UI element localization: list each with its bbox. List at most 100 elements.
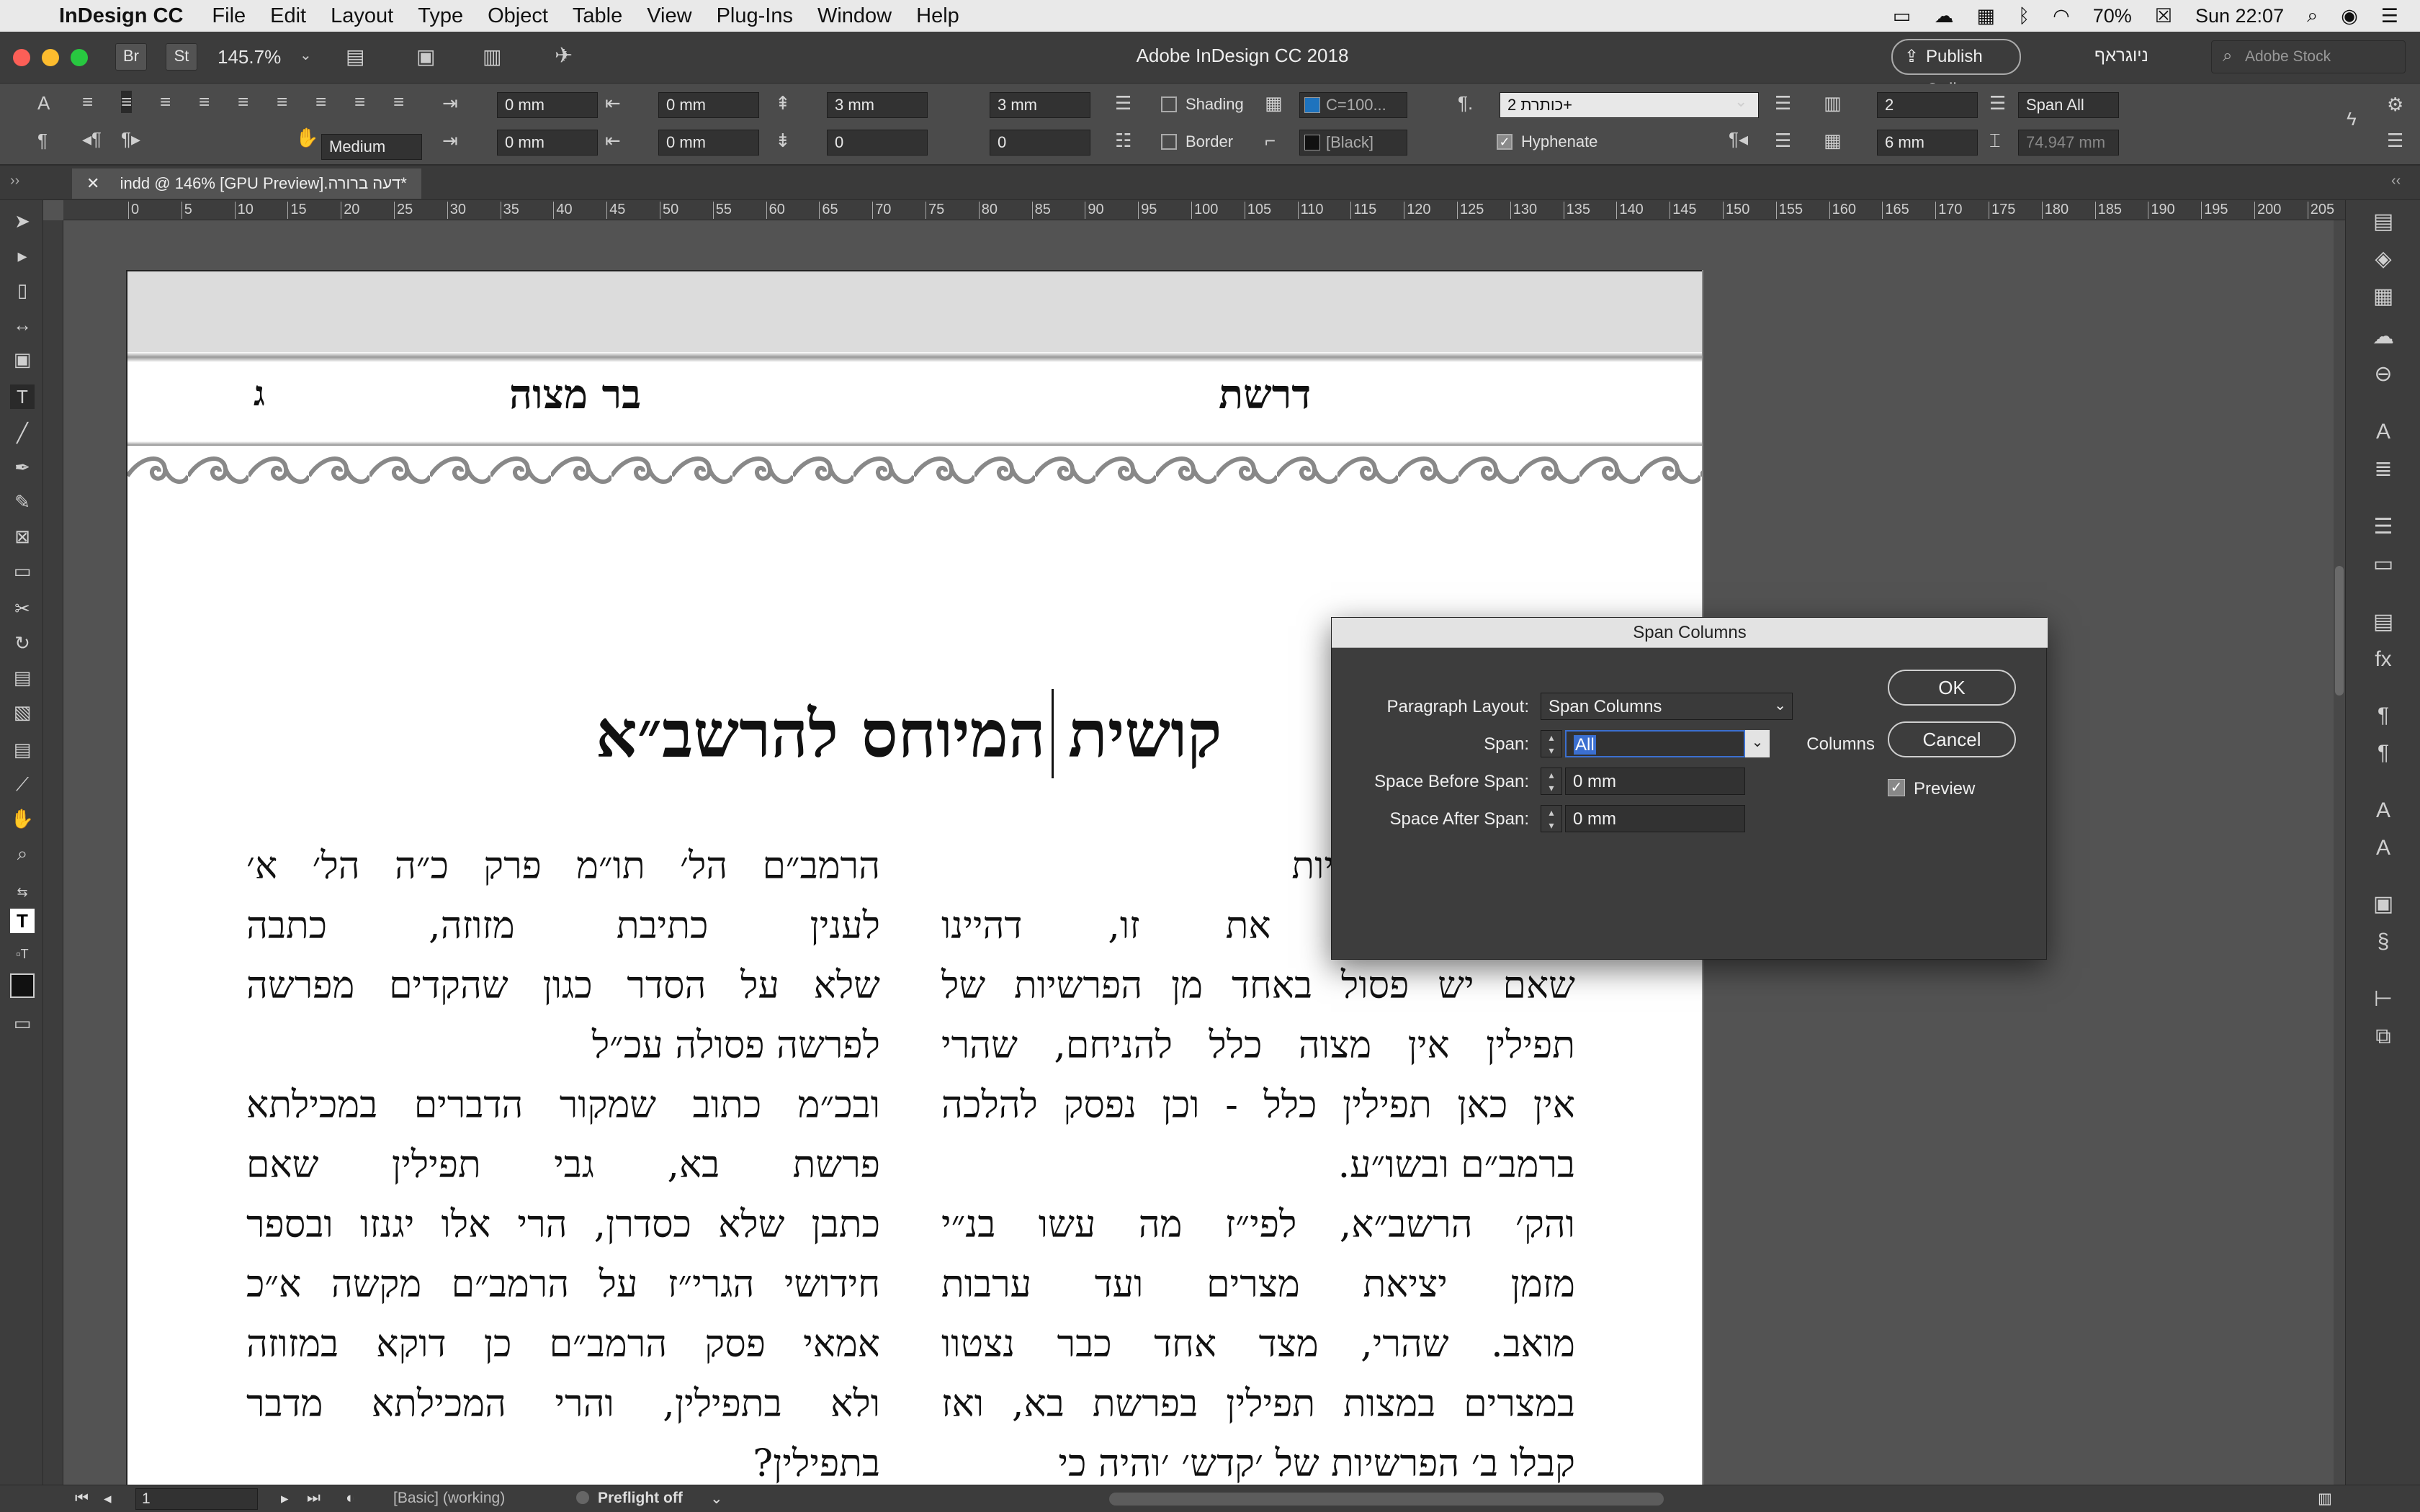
drop-cap-chars-field[interactable]: 0 [990,130,1090,156]
style-status[interactable]: [Basic] (working) [393,1490,505,1507]
effects-icon[interactable]: fx [2369,645,2398,674]
expand-toolbar-icon[interactable]: ›› [10,173,19,189]
align-icon[interactable]: ⊢ [2369,985,2398,1014]
glyphs-icon[interactable]: A [2369,418,2398,446]
type-tool-icon[interactable]: T [10,384,35,409]
space-before-field[interactable]: 3 mm [827,92,928,118]
cloud-icon[interactable]: ☁ [1934,5,1953,27]
border-color-select[interactable]: [Black] [1299,130,1407,156]
menu-window[interactable]: Window [817,4,892,28]
zoom-tool-icon[interactable]: ⌕ [10,841,35,865]
gradient-icon[interactable]: ▭ [2369,550,2398,579]
eyedropper-tool-icon[interactable]: ⟋ [10,772,35,796]
ok-button[interactable]: OK [1888,670,2016,706]
menu-type[interactable]: Type [418,4,463,28]
shading-checkbox[interactable] [1161,96,1177,112]
align-left-icon[interactable]: ≡ [82,91,93,113]
preflight-status[interactable]: Preflight off [598,1490,683,1507]
first-page-icon[interactable]: ⏮ [75,1490,89,1507]
page-tool-icon[interactable]: ▯ [10,278,35,302]
page-number-field[interactable]: 1 [135,1488,258,1510]
shading-color-select[interactable]: C=100... [1299,92,1407,118]
split-window-icon[interactable]: ▥ [2318,1490,2332,1508]
grid-icon[interactable]: ▦ [1976,5,1995,27]
gradient-feather-tool-icon[interactable]: ▧ [10,700,35,724]
space-before-span-input[interactable]: 0 mm [1565,768,1745,795]
border-settings-icon[interactable]: ⌐ [1265,130,1276,152]
last-page-icon[interactable]: ⏭ [307,1490,321,1507]
gap-tool-icon[interactable]: ↔ [10,312,35,337]
previous-page-icon[interactable]: ◂ [104,1490,112,1508]
menu-view[interactable]: View [647,4,691,28]
last-line-indent-field[interactable]: 0 mm [658,130,759,156]
menu-object[interactable]: Object [488,4,548,28]
swatches-icon[interactable]: ☰ [2369,513,2398,541]
pencil-tool-icon[interactable]: ✎ [10,490,35,514]
wifi-icon[interactable]: ◠ [2053,5,2070,27]
menu-table[interactable]: Table [573,4,622,28]
left-indent-field[interactable]: 0 mm [497,92,598,118]
battery-text[interactable]: 70% [2093,5,2132,27]
bullets-icon[interactable]: ☰ [1115,92,1131,114]
gutter-field[interactable]: 6 mm [1877,130,1978,156]
screen-mode-icon[interactable]: ▭ [10,1011,35,1035]
hyphenate-checkbox[interactable]: ✓ [1497,134,1512,150]
pathfinder-icon[interactable]: ⧉ [2369,1022,2398,1051]
script-icon[interactable]: § [2369,927,2398,956]
shading-settings-icon[interactable]: ▦ [1265,92,1283,114]
justify-center-icon[interactable]: ≡ [238,91,248,113]
quick-apply-icon[interactable]: ϟ [2347,108,2357,130]
justify-all-icon[interactable]: ≡ [315,91,326,113]
scissors-tool-icon[interactable]: ✂ [10,596,35,621]
collapse-panels-icon[interactable]: ‹‹ [2391,173,2401,189]
selection-tool-icon[interactable]: ➤ [10,209,35,233]
paragraph-icon[interactable]: ¶ [2369,701,2398,730]
links-icon[interactable]: ▦ [2369,282,2398,311]
vertical-scrollbar[interactable] [2334,220,2345,1485]
x-icon[interactable]: ☒ [2155,5,2172,27]
horizontal-scroll-thumb[interactable] [1109,1493,1664,1506]
rectangle-tool-icon[interactable]: ▭ [10,559,35,583]
hand-tool-icon[interactable]: ✋ [10,806,35,831]
publish-online-button[interactable]: ⇪ Publish Online [1891,39,2021,99]
align-away-spine-icon[interactable]: ≡ [393,91,404,113]
justify-right-icon[interactable]: ≡ [277,91,287,113]
character-icon[interactable]: A [2369,796,2398,825]
vertical-scroll-thumb[interactable] [2335,566,2344,696]
space-after-span-input[interactable]: 0 mm [1565,805,1745,832]
object-styles-icon[interactable]: ▣ [2369,890,2398,919]
gradient-tool-icon[interactable]: ▤ [10,665,35,690]
open-page-icon[interactable]: ◐ [346,1490,355,1507]
direct-selection-tool-icon[interactable]: ▸ [10,243,35,268]
vertical-ruler[interactable] [43,220,63,1490]
paragraph-styles-icon[interactable]: ¶ [2369,739,2398,768]
document-tab[interactable]: ✕ indd @ 146% [GPU Preview].דעה ברורה* [72,168,421,199]
align-right-icon[interactable]: ≡ [160,91,171,113]
character-styles-icon[interactable]: A [2369,834,2398,863]
span-mode-select[interactable]: Span All [2018,92,2119,118]
justify-left-icon[interactable]: ≡ [199,91,210,113]
horizontal-ruler[interactable]: 0 5 10 15 20 25 30 35 40 45 50 55 60 65 70 75 80 85 90 95 10… [63,200,2345,220]
settings-gear-icon[interactable]: ⚙ [2387,94,2403,116]
paragraph-mode-icon[interactable]: ¶ [37,130,48,152]
content-collector-icon[interactable]: ▣ [10,347,35,372]
default-colors-icon[interactable]: ⇆ [10,880,35,904]
cancel-button[interactable]: Cancel [1888,721,2016,757]
ltr-paragraph-icon[interactable]: ◂¶ [82,128,102,150]
no-grid-align-icon[interactable]: ☰ [1775,130,1791,152]
preview-checkbox[interactable]: ✓ [1888,779,1905,796]
space-before-stepper[interactable]: ▴ ▾ [1541,768,1562,795]
columns-field[interactable]: 2 [1877,92,1978,118]
line-tool-icon[interactable]: ╱ [10,420,35,445]
align-center-icon[interactable]: ≡ [121,91,133,113]
first-line-indent-field[interactable]: 0 mm [497,130,598,156]
layers-icon[interactable]: ◈ [2369,245,2398,274]
menu-list-icon[interactable]: ☰ [2381,5,2398,27]
workspace-switcher[interactable]: ניוגראף [2094,46,2188,66]
width-field[interactable]: 74.947 mm [2018,130,2119,156]
right-indent-field[interactable]: 0 mm [658,92,759,118]
close-tab-icon[interactable]: ✕ [86,174,99,192]
kinsoku-select[interactable]: Medium [321,134,422,160]
pages-icon[interactable]: ▤ [2369,207,2398,236]
clock[interactable]: Sun 22:07 [2195,5,2284,27]
